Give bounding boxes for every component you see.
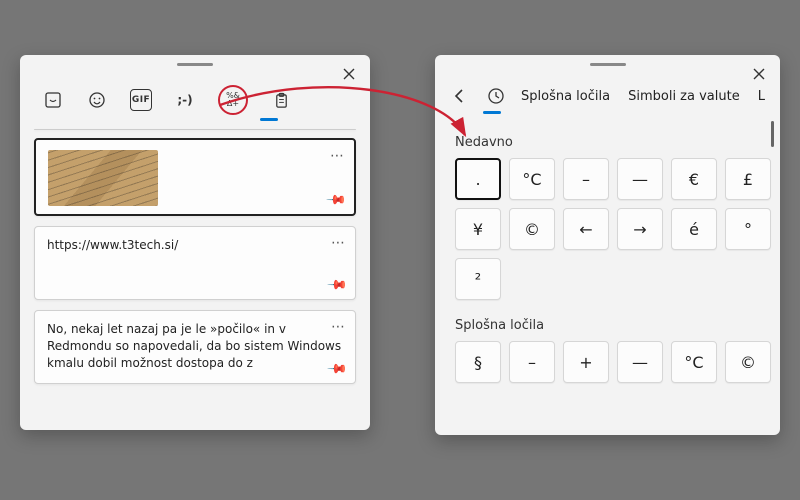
divider [34, 129, 356, 130]
category-tab[interactable]: Simboli za valute [628, 89, 740, 104]
symbol-key[interactable]: + [563, 341, 609, 383]
symbol-key[interactable]: ² [455, 258, 501, 300]
symbol-key[interactable]: → [617, 208, 663, 250]
symbols-panel: Splošna ločila Simboli za valute L Nedav… [435, 55, 780, 435]
symbol-key[interactable]: °C [509, 158, 555, 200]
clipboard-tab-icon[interactable] [270, 89, 292, 111]
section-title: Splošna ločila [455, 318, 764, 333]
symbol-key[interactable]: – [563, 158, 609, 200]
symbol-key[interactable]: ¥ [455, 208, 501, 250]
symbol-key[interactable]: © [725, 341, 771, 383]
section-title: Nedavno [455, 135, 764, 150]
symbol-key[interactable]: £ [725, 158, 771, 200]
scrollbar[interactable] [771, 121, 774, 147]
clip-menu-icon[interactable]: ⋯ [331, 235, 345, 251]
recent-icon[interactable] [485, 85, 507, 107]
drag-handle[interactable] [590, 63, 626, 66]
symbol-key[interactable]: ° [725, 208, 771, 250]
kaomoji-tab-icon[interactable]: ;-) [174, 89, 196, 111]
category-tab[interactable]: Splošna ločila [521, 89, 610, 104]
symbols-body: Nedavno . °C – — € £ ¥ © ← → é ° ² Sploš… [435, 113, 780, 383]
key-grid-general: § – + — °C © [455, 341, 764, 383]
symbol-key[interactable]: — [617, 341, 663, 383]
clip-menu-icon[interactable]: ⋯ [331, 319, 345, 335]
symbol-key[interactable]: — [617, 158, 663, 200]
gif-tab-icon[interactable]: GIF [130, 89, 152, 111]
symbol-key[interactable]: – [509, 341, 555, 383]
emoji-tab-icon[interactable] [86, 89, 108, 111]
clipboard-item[interactable]: No, nekaj let nazaj pa je le »počilo« in… [34, 310, 356, 384]
clipboard-list: ⋯ 📌 https://www.t3tech.si/ ⋯ 📌 No, nekaj… [20, 138, 370, 384]
symbol-key[interactable]: © [509, 208, 555, 250]
clip-menu-icon[interactable]: ⋯ [330, 148, 344, 164]
clip-text: No, nekaj let nazaj pa je le »počilo« in… [47, 321, 343, 371]
symbol-key[interactable]: . [455, 158, 501, 200]
drag-handle[interactable] [177, 63, 213, 66]
category-tab[interactable]: L [758, 89, 765, 104]
close-button-left[interactable] [338, 63, 360, 85]
clip-pin-icon[interactable]: 📌 [326, 274, 348, 296]
clip-image-thumb [48, 150, 158, 206]
close-button-right[interactable] [748, 63, 770, 85]
active-tab-underline [260, 118, 278, 121]
symbol-key[interactable]: § [455, 341, 501, 383]
clip-text: https://www.t3tech.si/ [47, 237, 343, 254]
symbol-key[interactable]: °C [671, 341, 717, 383]
emoji-panel: GIF ;-) %& Δ+ ⋯ 📌 https://www.t3tech.si/… [20, 55, 370, 430]
symbols-tab-icon[interactable]: %& Δ+ [218, 85, 248, 115]
category-strip: Splošna ločila Simboli za valute L [521, 89, 765, 104]
clipboard-item[interactable]: https://www.t3tech.si/ ⋯ 📌 [34, 226, 356, 300]
symbol-key[interactable]: é [671, 208, 717, 250]
symbol-key[interactable]: ← [563, 208, 609, 250]
symbol-key[interactable]: € [671, 158, 717, 200]
sticker-tab-icon[interactable] [42, 89, 64, 111]
clipboard-item[interactable]: ⋯ 📌 [34, 138, 356, 216]
back-icon[interactable] [449, 85, 471, 107]
key-grid-recent: . °C – — € £ ¥ © ← → é ° ² [455, 158, 764, 300]
